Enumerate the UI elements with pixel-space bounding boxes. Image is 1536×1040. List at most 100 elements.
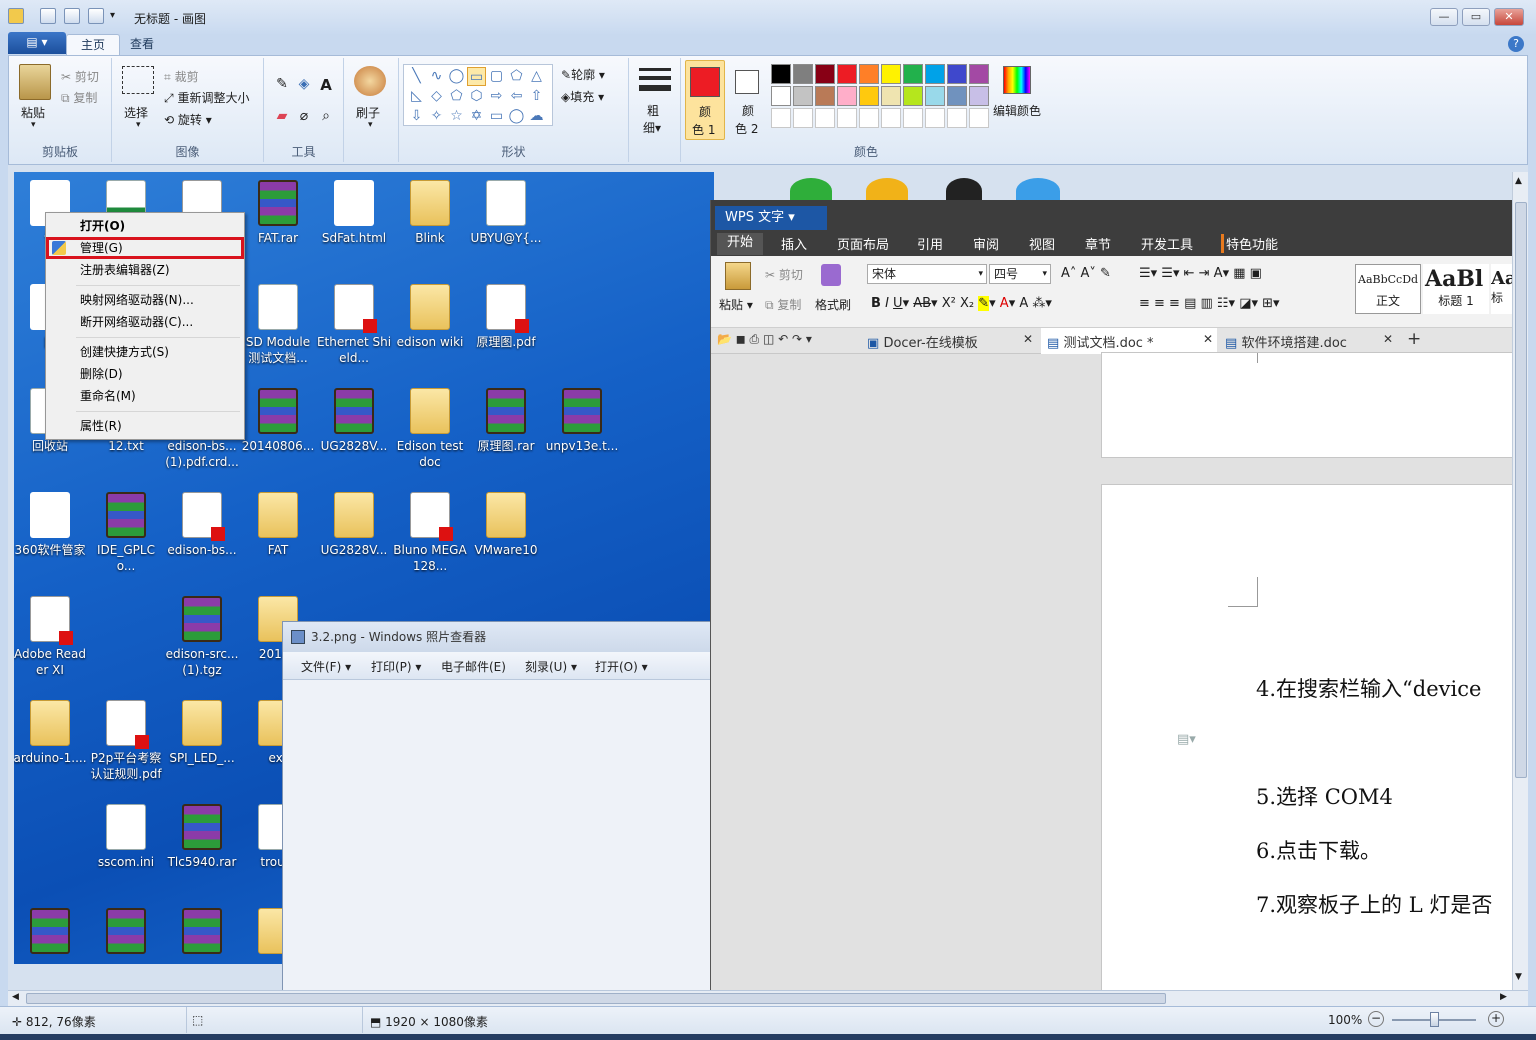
doc-line-6[interactable]: 6.点击下载。 (1256, 835, 1381, 865)
fill-bucket-icon[interactable]: ◈ (294, 76, 314, 96)
magnifier-icon[interactable]: ⌕ (316, 108, 336, 128)
hexagon-shape-icon[interactable]: ⬡ (467, 87, 486, 106)
custom-color-slot[interactable] (815, 108, 835, 128)
doc-line-4[interactable]: 4.在搜索栏输入“device (1256, 673, 1481, 703)
edit-colors-button[interactable]: 编辑颜色 (993, 102, 1041, 119)
color1-button[interactable]: 颜 色 1 (685, 60, 725, 140)
doc-line-7[interactable]: 7.观察板子上的 L 灯是否 (1256, 889, 1492, 919)
custom-color-slot[interactable] (837, 108, 857, 128)
custom-color-slot[interactable] (771, 108, 791, 128)
eraser-icon[interactable]: ▰ (272, 108, 292, 128)
wps-quick-toolbar[interactable]: 📂 ◼ ⎙ ◫ ↶ ↷ ▾ (717, 332, 812, 347)
right-arrow-shape-icon[interactable]: ⇨ (487, 87, 506, 106)
callout-cloud-shape-icon[interactable]: ☁ (527, 107, 546, 126)
file-menu-button[interactable]: ▤ ▾ (8, 32, 66, 54)
copy-button[interactable]: ⧉ 复制 (61, 89, 97, 106)
custom-color-slot[interactable] (881, 108, 901, 128)
desktop-icon[interactable]: SPI_LED_... (164, 694, 240, 798)
brush-button[interactable]: 刷子 (356, 104, 380, 121)
zoom-slider-thumb[interactable] (1430, 1012, 1439, 1027)
pencil-icon[interactable]: ✎ (272, 76, 292, 96)
paint-app-icon[interactable] (8, 8, 24, 24)
rounded-rectangle-shape-icon[interactable]: ▢ (487, 67, 506, 86)
scroll-up-icon[interactable]: ▲ (1515, 176, 1522, 186)
wps-font-select[interactable]: 宋体 ▾ (867, 264, 987, 284)
doc-tab-software[interactable]: ▤ 软件环境搭建.doc (1225, 332, 1347, 351)
line-shape-icon[interactable]: ╲ (407, 67, 426, 86)
wps-tab-reference[interactable]: 引用 (917, 234, 943, 253)
palette-swatch[interactable] (771, 64, 791, 84)
tab-view[interactable]: 查看 (116, 34, 168, 56)
zoom-in-button[interactable]: + (1488, 1011, 1504, 1027)
select-icon[interactable] (122, 66, 154, 94)
wps-font-grow-icon[interactable]: A˄ A˅ ✎ (1061, 266, 1111, 281)
doc-line-5[interactable]: 5.选择 COM4 (1256, 781, 1393, 811)
cut-button[interactable]: ✂ 剪切 (61, 68, 99, 85)
oval-shape-icon[interactable]: ◯ (447, 67, 466, 86)
brush-dropdown-icon[interactable]: ▾ (368, 120, 373, 130)
redo-icon[interactable] (88, 8, 104, 24)
curve-shape-icon[interactable]: ∿ (427, 67, 446, 86)
custom-color-slot[interactable] (947, 108, 967, 128)
wps-logo-button[interactable]: WPS 文字 ▾ (715, 206, 827, 230)
menu-open[interactable]: 打开(O) (48, 215, 242, 237)
desktop-icon[interactable]: Blink (392, 174, 468, 278)
wps-paste-button[interactable]: 粘贴 ▾ (719, 296, 753, 313)
palette-swatch[interactable] (771, 86, 791, 106)
pv-menu-print[interactable]: 打印(P) ▾ (371, 658, 421, 675)
desktop-icon[interactable]: UG2828V... (316, 382, 392, 486)
pv-menu-open[interactable]: 打开(O) ▾ (595, 658, 648, 675)
custom-color-slot[interactable] (793, 108, 813, 128)
brush-icon[interactable] (354, 66, 386, 96)
size-line-medium[interactable] (639, 76, 671, 80)
palette-swatch[interactable] (837, 64, 857, 84)
palette-swatch[interactable] (859, 64, 879, 84)
triangle-shape-icon[interactable]: △ (527, 67, 546, 86)
palette-swatch[interactable] (969, 86, 989, 106)
desktop-icon[interactable]: 原理图.rar (468, 382, 544, 486)
horizontal-scroll-thumb[interactable] (26, 993, 1166, 1004)
right-triangle-shape-icon[interactable]: ◺ (407, 87, 426, 106)
wps-size-select[interactable]: 四号 ▾ (989, 264, 1051, 284)
palette-swatch[interactable] (793, 64, 813, 84)
wps-tab-chapter[interactable]: 章节 (1085, 234, 1111, 253)
palette-swatch[interactable] (969, 64, 989, 84)
desktop-icon[interactable] (88, 902, 164, 964)
left-arrow-shape-icon[interactable]: ⇦ (507, 87, 526, 106)
edit-colors-icon[interactable] (1003, 66, 1031, 94)
desktop-icon[interactable] (14, 902, 88, 964)
desktop-icon[interactable]: Ethernet Shield... (316, 278, 392, 382)
size-label-2[interactable]: 细▾ (643, 119, 661, 136)
rectangle-shape-icon[interactable]: ▭ (467, 67, 486, 86)
callout-rect-shape-icon[interactable]: ▭ (487, 107, 506, 126)
desktop-icon[interactable]: edison wiki (392, 278, 468, 382)
pv-menu-email[interactable]: 电子邮件(E) (441, 658, 506, 675)
doc-tab-docer[interactable]: ▣ Docer-在线模板 (867, 332, 978, 351)
six-point-star-shape-icon[interactable]: ✡ (467, 107, 486, 126)
palette-swatch[interactable] (881, 64, 901, 84)
wps-tab-special[interactable]: 特色功能 (1221, 234, 1278, 253)
desktop-icon[interactable]: IDE_GPLCo... (88, 486, 164, 590)
diamond-shape-icon[interactable]: ◇ (427, 87, 446, 106)
help-icon[interactable]: ? (1508, 36, 1524, 52)
desktop-icon[interactable]: edison-src... (1).tgz (164, 590, 240, 694)
palette-swatch[interactable] (793, 86, 813, 106)
scroll-right-icon[interactable]: ▶ (1500, 992, 1507, 1002)
desktop-icon[interactable]: Tlc5940.rar (164, 798, 240, 902)
customize-quick-access-icon[interactable]: ▾ (110, 10, 115, 21)
desktop-icon[interactable] (164, 902, 240, 964)
pv-menu-burn[interactable]: 刻录(U) ▾ (525, 658, 577, 675)
crop-button[interactable]: ⌗ 裁剪 (164, 68, 199, 85)
vertical-scrollbar[interactable]: ▲ ▼ (1512, 172, 1528, 990)
menu-rename[interactable]: 重命名(M) (48, 385, 242, 407)
menu-create-shortcut[interactable]: 创建快捷方式(S) (48, 341, 242, 363)
select-dropdown-icon[interactable]: ▾ (136, 120, 141, 130)
horizontal-scrollbar[interactable]: ◀ ▶ (8, 990, 1528, 1006)
size-line-thick[interactable] (639, 85, 671, 91)
desktop-icon[interactable]: 360软件管家 (14, 486, 88, 590)
palette-swatch[interactable] (859, 86, 879, 106)
wps-tab-view[interactable]: 视图 (1029, 234, 1055, 253)
wps-tab-dev[interactable]: 开发工具 (1141, 234, 1193, 253)
palette-swatch[interactable] (947, 64, 967, 84)
palette-swatch[interactable] (837, 86, 857, 106)
